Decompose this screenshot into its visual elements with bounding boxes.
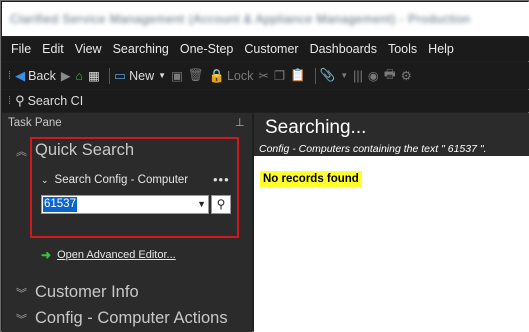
config-computer-actions-header[interactable]: ︾ Config - Computer Actions [16, 309, 228, 328]
new-record-icon: ▭ [113, 67, 127, 83]
copy-icon[interactable]: ❐ [274, 68, 285, 83]
task-pane-title: Task Pane [8, 117, 62, 129]
lock-icon: 🔒 [208, 67, 225, 83]
back-label: Back [28, 68, 56, 83]
search-ci-button[interactable]: ⚲ Search CI [15, 93, 83, 109]
advanced-editor-label: Open Advanced Editor... [57, 249, 176, 261]
settings-icon[interactable]: ⚙ [401, 68, 412, 83]
results-header: Searching... Config - Computers containi… [254, 113, 529, 156]
app-window: Clarified Service Management (Account & … [0, 0, 529, 332]
back-arrow-icon: ◀ [15, 67, 26, 83]
expand-chevron-icon: ︾ [16, 313, 27, 326]
chevron-down-icon[interactable]: ▼ [340, 71, 348, 80]
home-icon[interactable]: ⌂ [75, 69, 83, 83]
save-icon[interactable]: ▣ [171, 68, 183, 83]
columns-icon[interactable]: ||| [353, 69, 363, 83]
main-toolbar: ⁞ ◀ Back ▶ ⌂ ▦ ▭ New ▼ ▣ 🗑 🔒 Lock ✂ ❐ 📋 … [2, 62, 529, 89]
pin-icon[interactable]: ⊥ [235, 116, 245, 129]
customer-info-header[interactable]: ︾ Customer Info [16, 283, 139, 302]
title-bar: Clarified Service Management (Account & … [2, 2, 529, 36]
quick-search-highlight [30, 137, 239, 238]
delete-icon[interactable]: 🗑 [188, 68, 204, 83]
search-button[interactable]: ⚲ [211, 195, 231, 214]
calendar-icon[interactable]: ▦ [88, 68, 100, 83]
toolbar-grip-icon[interactable]: ⁞ [8, 70, 11, 82]
attachment-icon[interactable]: 📎 [320, 68, 336, 83]
menu-file[interactable]: File [11, 42, 31, 56]
arrow-right-icon: ➜ [41, 248, 52, 262]
results-subtitle: Config - Computers containing the text "… [259, 143, 487, 155]
search-config-label: Search Config - Computer [54, 174, 189, 186]
config-computer-actions-title: Config - Computer Actions [35, 309, 228, 327]
search-config-dropdown[interactable]: ⌄ Search Config - Computer [41, 174, 188, 186]
paste-icon[interactable]: 📋 [290, 68, 306, 83]
menu-customer[interactable]: Customer [244, 42, 298, 56]
quick-search-input[interactable]: 61537 ▼ [41, 195, 209, 214]
menu-tools[interactable]: Tools [388, 42, 417, 56]
customer-info-title: Customer Info [35, 283, 139, 301]
expand-chevron-icon: ︾ [16, 287, 27, 300]
chevron-down-icon: ▼ [158, 71, 167, 80]
dropdown-arrow-icon[interactable]: ▼ [197, 197, 206, 212]
forward-icon[interactable]: ▶ [61, 68, 71, 83]
menu-bar: File Edit View Searching One-Step Custom… [2, 37, 529, 61]
toolbar-separator [314, 67, 316, 84]
menu-one-step[interactable]: One-Step [180, 42, 234, 56]
search-input-value: 61537 [43, 197, 77, 212]
lock-button[interactable]: 🔒 Lock [209, 68, 254, 84]
search-icon: ⚲ [216, 197, 226, 211]
search-icon: ⚲ [15, 93, 25, 108]
results-title: Searching... [265, 117, 367, 138]
new-button[interactable]: ▭ New ▼ [114, 68, 166, 84]
more-options-icon[interactable]: ••• [213, 172, 230, 187]
chevron-down-icon: ⌄ [41, 174, 49, 185]
cut-icon[interactable]: ✂ [258, 68, 268, 83]
lock-label: Lock [226, 68, 254, 83]
print-icon[interactable]: 🖶 [384, 65, 396, 86]
search-ci-label: Search CI [27, 94, 84, 108]
open-advanced-editor-link[interactable]: ➜ Open Advanced Editor... [41, 248, 176, 262]
menu-help[interactable]: Help [428, 42, 454, 56]
menu-searching[interactable]: Searching [113, 42, 169, 56]
new-label: New [129, 68, 155, 83]
search-toolbar: ⁞ ⚲ Search CI [2, 90, 529, 112]
toolbar-grip-icon[interactable]: ⁞ [8, 95, 11, 107]
no-records-message: No records found [260, 171, 362, 187]
back-button[interactable]: ◀ Back [15, 68, 56, 84]
menu-view[interactable]: View [75, 42, 102, 56]
results-panel: Searching... Config - Computers containi… [254, 113, 529, 332]
menu-edit[interactable]: Edit [42, 42, 64, 56]
collapse-chevron-icon: ︽ [16, 145, 27, 158]
view-icon[interactable]: ◉ [368, 68, 379, 83]
menu-dashboards[interactable]: Dashboards [310, 42, 377, 56]
toolbar-separator [108, 67, 110, 84]
window-title: Clarified Service Management (Account & … [10, 12, 471, 26]
